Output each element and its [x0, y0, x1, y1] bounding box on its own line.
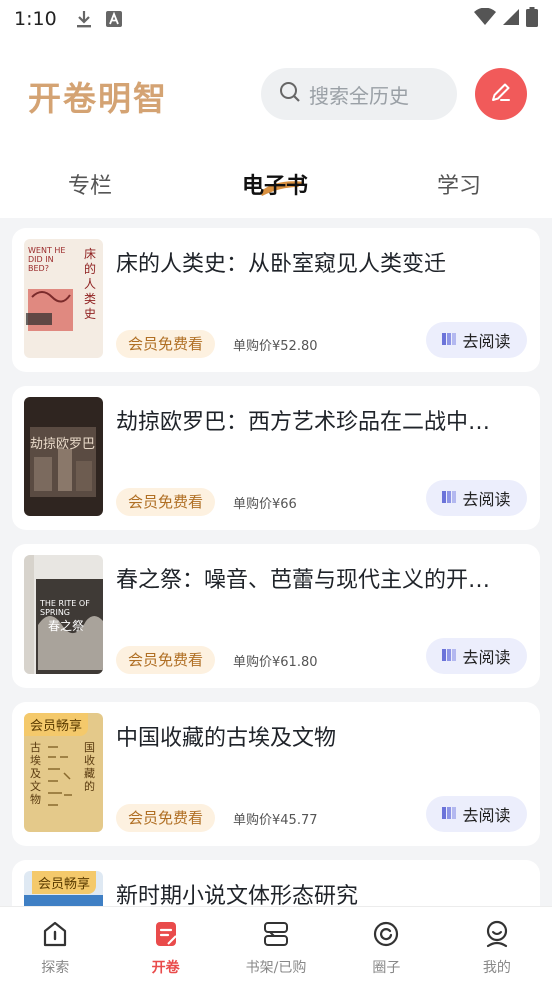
book-title: 劫掠欧罗巴：西方艺术珍品在二战中…	[116, 410, 491, 435]
pen-icon	[489, 80, 513, 108]
book-cover: 会员畅享	[24, 871, 103, 906]
book-card[interactable]: WENT HE DID IN BED? 床的人类史 床的人类史：从卧室窥见人类变…	[12, 228, 540, 372]
status-time: 1:10	[14, 8, 57, 30]
member-free-badge: 会员免费看	[116, 488, 216, 516]
nav-circle[interactable]: 圈子	[331, 907, 441, 983]
app-logo: 开卷明智	[28, 79, 168, 118]
nav-bookshelf[interactable]: 书架/已购	[221, 907, 331, 983]
read-label: 去阅读	[462, 806, 511, 825]
read-button[interactable]: 去阅读	[426, 322, 527, 358]
nav-open-book[interactable]: 开卷	[110, 907, 220, 983]
nav-explore[interactable]: 探索	[0, 907, 110, 983]
read-label: 去阅读	[462, 332, 511, 351]
text-a-icon	[105, 10, 123, 28]
cover-title: 劫掠欧罗巴	[30, 437, 96, 452]
read-label: 去阅读	[462, 490, 511, 509]
book-price: 单购价¥66	[233, 497, 297, 512]
read-button[interactable]: 去阅读	[426, 638, 527, 674]
category-tabs: 专栏 电子书 学习	[0, 150, 552, 218]
header: 开卷明智 搜索全历史	[0, 38, 552, 150]
book-icon	[442, 647, 457, 666]
ebook-list: WENT HE DID IN BED? 床的人类史 床的人类史：从卧室窥见人类变…	[0, 218, 552, 906]
battery-icon	[526, 7, 538, 31]
book-price: 单购价¥61.80	[233, 655, 318, 670]
book-icon	[442, 331, 457, 350]
cover-subtitle: WENT HE DID IN BED?	[28, 246, 66, 273]
book-card[interactable]: THE RITE OF SPRING 春之祭 春之祭：噪音、芭蕾与现代主义的开……	[12, 544, 540, 688]
book-card[interactable]: 劫掠欧罗巴 劫掠欧罗巴：西方艺术珍品在二战中… 会员免费看 单购价¥66 去阅读	[12, 386, 540, 530]
book-title: 中国收藏的古埃及文物	[116, 726, 337, 751]
member-free-badge: 会员免费看	[116, 330, 216, 358]
member-free-badge: 会员免费看	[116, 646, 216, 674]
tab-columns[interactable]: 专栏	[68, 168, 112, 200]
book-title: 春之祭：噪音、芭蕾与现代主义的开…	[116, 568, 491, 593]
nav-label: 开卷	[151, 960, 180, 976]
cover-subtitle: 国收藏的	[84, 741, 95, 793]
explore-icon	[40, 919, 70, 953]
book-title: 新时期小说文体形态研究	[116, 884, 359, 906]
member-share-tag: 会员畅享	[24, 713, 89, 736]
search-placeholder: 搜索全历史	[309, 83, 409, 108]
tab-study[interactable]: 学习	[437, 168, 481, 200]
nav-profile[interactable]: 我的	[442, 907, 552, 983]
book-title: 床的人类史：从卧室窥见人类变迁	[116, 252, 447, 277]
book-cover: 劫掠欧罗巴	[24, 397, 103, 516]
member-free-badge: 会员免费看	[116, 804, 216, 832]
read-button[interactable]: 去阅读	[426, 480, 527, 516]
book-card[interactable]: 会员畅享 新时期小说文体形态研究	[12, 860, 540, 906]
cover-title: 古埃及文物	[30, 741, 41, 806]
download-icon	[75, 10, 93, 28]
bookshelf-icon	[261, 919, 291, 953]
book-icon	[442, 805, 457, 824]
nav-label: 圈子	[372, 960, 401, 976]
compose-button[interactable]	[475, 68, 527, 120]
book-cover: THE RITE OF SPRING 春之祭	[24, 555, 103, 674]
bottom-nav: 探索 开卷 书架/已购 圈子 我的	[0, 906, 552, 983]
nav-label: 书架/已购	[245, 960, 307, 976]
book-cover: WENT HE DID IN BED? 床的人类史	[24, 239, 103, 358]
book-price: 单购价¥52.80	[233, 339, 318, 354]
open-book-icon	[151, 919, 181, 953]
book-icon	[442, 489, 457, 508]
search-icon	[279, 81, 301, 107]
cover-title: 春之祭	[48, 619, 85, 633]
cover-title: 床的人类史	[84, 247, 97, 321]
book-card[interactable]: 会员畅享 古埃及文物 国收藏的 中国收藏的古埃及文物 会员免费看 单购价¥45.…	[12, 702, 540, 846]
signal-icon	[502, 8, 520, 30]
book-cover: 会员畅享 古埃及文物 国收藏的	[24, 713, 103, 832]
member-share-tag: 会员畅享	[32, 871, 97, 894]
read-label: 去阅读	[462, 648, 511, 667]
cover-subtitle: THE RITE OF SPRING	[40, 599, 90, 617]
nav-label: 我的	[482, 960, 511, 976]
circle-icon	[371, 919, 401, 953]
status-bar: 1:10	[0, 0, 552, 38]
profile-icon	[482, 919, 512, 953]
tab-ebooks[interactable]: 电子书	[242, 168, 308, 200]
search-input[interactable]: 搜索全历史	[261, 68, 457, 120]
nav-label: 探索	[41, 960, 70, 976]
wifi-icon	[474, 7, 496, 30]
book-price: 单购价¥45.77	[233, 813, 318, 828]
read-button[interactable]: 去阅读	[426, 796, 527, 832]
